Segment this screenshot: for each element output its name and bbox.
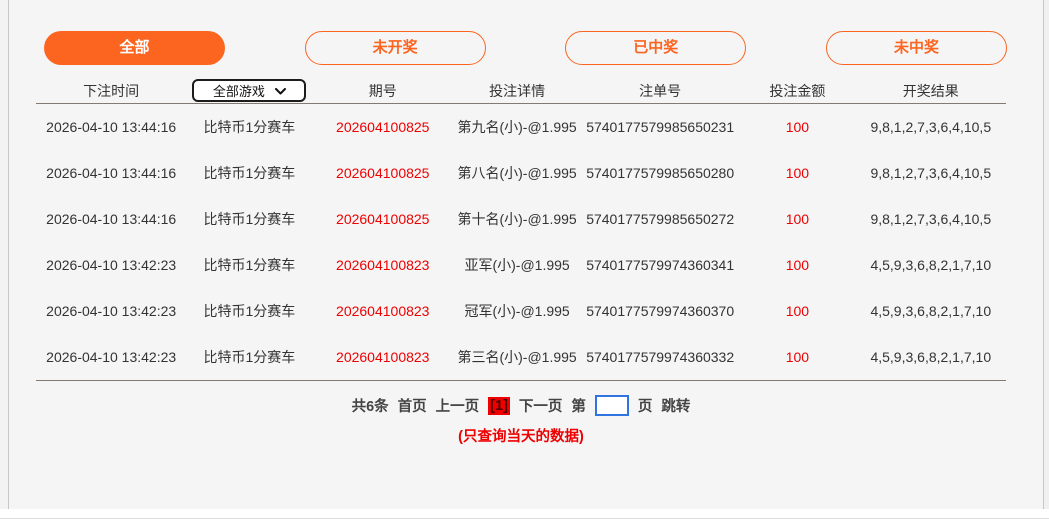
cell-order-no: 5740177579974360370 (581, 303, 739, 319)
records-panel: 全部 未开奖 已中奖 未中奖 下注时间 全部游戏 期号 投注详情 注单号 (8, 0, 1044, 509)
cell-bet-detail: 第八名(小)-@1.995 (453, 163, 581, 183)
filter-tab-pending[interactable]: 未开奖 (305, 31, 486, 65)
cell-bet-time: 2026-04-10 13:44:16 (36, 211, 186, 227)
page-number-input[interactable] (595, 395, 629, 416)
filter-tabs: 全部 未开奖 已中奖 未中奖 (9, 0, 1043, 65)
cell-game-name: 比特币1分赛车 (186, 255, 312, 275)
cell-bet-amount: 100 (739, 303, 855, 319)
jump-prefix-label: 第 (571, 395, 586, 416)
cell-order-no: 5740177579985650231 (581, 119, 739, 135)
cell-draw-result: 9,8,1,2,7,3,6,4,10,5 (856, 211, 1006, 227)
cell-period: 202604100823 (312, 257, 453, 273)
footer-strip (0, 509, 1049, 525)
cell-draw-result: 9,8,1,2,7,3,6,4,10,5 (856, 165, 1006, 181)
bet-records-table: 下注时间 全部游戏 期号 投注详情 注单号 投注金额 开奖结果 2026-0 (36, 78, 1006, 381)
today-only-note: (只查询当天的数据) (36, 425, 1006, 446)
table-row: 2026-04-10 13:42:23 比特币1分赛车 202604100823… (36, 242, 1006, 288)
jump-suffix-label: 页 (638, 395, 653, 416)
cell-bet-detail: 第十名(小)-@1.995 (453, 209, 581, 229)
cell-draw-result: 4,5,9,3,6,8,2,1,7,10 (856, 303, 1006, 319)
jump-button[interactable]: 跳转 (661, 395, 690, 416)
cell-game-name: 比特币1分赛车 (186, 117, 312, 137)
cell-period: 202604100825 (312, 211, 453, 227)
current-page-badge: [1] (488, 397, 510, 415)
next-page-link[interactable]: 下一页 (519, 395, 563, 416)
cell-bet-time: 2026-04-10 13:44:16 (36, 165, 186, 181)
cell-bet-time: 2026-04-10 13:42:23 (36, 257, 186, 273)
prev-page-link[interactable]: 上一页 (436, 395, 480, 416)
cell-bet-amount: 100 (739, 165, 855, 181)
cell-bet-detail: 第三名(小)-@1.995 (453, 347, 581, 367)
pagination: 共6条 首页 上一页 [1] 下一页 第 页 跳转 (36, 395, 1006, 416)
header-draw-result: 开奖结果 (856, 81, 1006, 101)
chevron-down-icon (275, 88, 286, 95)
table-body: 2026-04-10 13:44:16 比特币1分赛车 202604100825… (36, 104, 1006, 381)
cell-period: 202604100823 (312, 303, 453, 319)
left-gutter (0, 0, 8, 509)
cell-bet-amount: 100 (739, 211, 855, 227)
cell-bet-detail: 第九名(小)-@1.995 (453, 117, 581, 137)
header-bet-amount: 投注金额 (739, 81, 855, 101)
header-period: 期号 (312, 81, 453, 101)
cell-game-name: 比特币1分赛车 (186, 209, 312, 229)
game-filter-select[interactable]: 全部游戏 (192, 79, 306, 102)
cell-order-no: 5740177579985650280 (581, 165, 739, 181)
first-page-link[interactable]: 首页 (398, 395, 427, 416)
cell-game-name: 比特币1分赛车 (186, 301, 312, 321)
cell-draw-result: 4,5,9,3,6,8,2,1,7,10 (856, 257, 1006, 273)
filter-tab-lost[interactable]: 未中奖 (826, 31, 1007, 65)
cell-order-no: 5740177579974360341 (581, 257, 739, 273)
total-count-label: 共6条 (352, 395, 389, 416)
cell-order-no: 5740177579974360332 (581, 349, 739, 365)
cell-order-no: 5740177579985650272 (581, 211, 739, 227)
header-bet-detail: 投注详情 (453, 81, 581, 101)
game-filter-selected-value: 全部游戏 (213, 81, 265, 100)
table-row: 2026-04-10 13:42:23 比特币1分赛车 202604100823… (36, 288, 1006, 334)
table-row: 2026-04-10 13:44:16 比特币1分赛车 202604100825… (36, 104, 1006, 150)
cell-bet-time: 2026-04-10 13:42:23 (36, 303, 186, 319)
filter-tab-all[interactable]: 全部 (44, 31, 225, 65)
right-gutter (1044, 0, 1049, 509)
bet-records-page: 全部 未开奖 已中奖 未中奖 下注时间 全部游戏 期号 投注详情 注单号 (0, 0, 1049, 525)
cell-period: 202604100825 (312, 165, 453, 181)
table-header-row: 下注时间 全部游戏 期号 投注详情 注单号 投注金额 开奖结果 (36, 78, 1006, 104)
footer-divider (0, 518, 1049, 519)
cell-bet-detail: 冠军(小)-@1.995 (453, 301, 581, 321)
cell-bet-time: 2026-04-10 13:44:16 (36, 119, 186, 135)
table-row: 2026-04-10 13:44:16 比特币1分赛车 202604100825… (36, 150, 1006, 196)
cell-period: 202604100823 (312, 349, 453, 365)
header-game-filter: 全部游戏 (186, 79, 312, 102)
cell-game-name: 比特币1分赛车 (186, 347, 312, 367)
cell-bet-amount: 100 (739, 349, 855, 365)
table-row: 2026-04-10 13:44:16 比特币1分赛车 202604100825… (36, 196, 1006, 242)
cell-draw-result: 4,5,9,3,6,8,2,1,7,10 (856, 349, 1006, 365)
cell-bet-amount: 100 (739, 119, 855, 135)
header-bet-time: 下注时间 (36, 81, 186, 101)
cell-bet-time: 2026-04-10 13:42:23 (36, 349, 186, 365)
cell-period: 202604100825 (312, 119, 453, 135)
cell-game-name: 比特币1分赛车 (186, 163, 312, 183)
table-row: 2026-04-10 13:42:23 比特币1分赛车 202604100823… (36, 334, 1006, 380)
header-order-no: 注单号 (581, 81, 739, 101)
filter-tab-won[interactable]: 已中奖 (565, 31, 746, 65)
cell-bet-amount: 100 (739, 257, 855, 273)
cell-draw-result: 9,8,1,2,7,3,6,4,10,5 (856, 119, 1006, 135)
cell-bet-detail: 亚军(小)-@1.995 (453, 255, 581, 275)
